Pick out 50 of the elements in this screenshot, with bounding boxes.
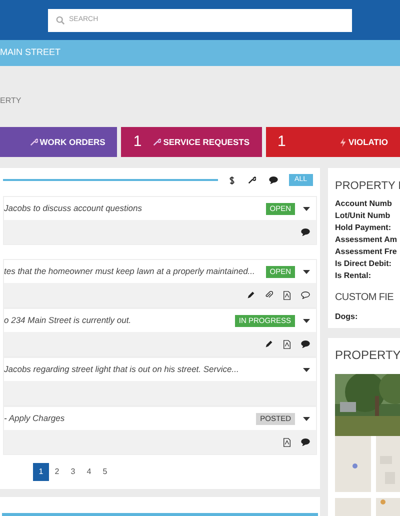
pencil-icon[interactable]: [265, 340, 273, 348]
field-label: Lot/Unit Numb: [335, 210, 392, 222]
tile-count: 1: [133, 132, 142, 152]
summary-tile[interactable]: WORK ORDERS: [0, 127, 118, 157]
pdf-icon[interactable]: [283, 340, 291, 348]
caret-icon[interactable]: [303, 270, 310, 274]
page-link[interactable]: 4: [81, 463, 97, 481]
bolt-icon: [340, 138, 346, 146]
panel-title: PROPERTY I: [335, 179, 400, 194]
page-link[interactable]: 5: [97, 463, 113, 481]
wrench-icon: [248, 176, 256, 184]
page-title: ERTY: [0, 95, 22, 105]
chat-icon[interactable]: [301, 291, 310, 299]
activity-text[interactable]: - Apply Charges: [4, 412, 65, 425]
paperclip-icon[interactable]: [265, 291, 273, 299]
chat-icon[interactable]: [301, 438, 310, 446]
tile-label: WORK ORDERS: [40, 136, 106, 148]
field-label: Is Direct Debit:: [335, 258, 392, 270]
field-label: Hold Payment:: [335, 222, 392, 234]
chat-icon[interactable]: [301, 228, 310, 236]
wrench-icon: [153, 138, 162, 146]
tile-count: 1: [278, 132, 286, 152]
field-label: Account Numb: [335, 198, 393, 210]
summary-tile[interactable]: 1 SERVICE REQUESTS: [121, 127, 262, 157]
page-link[interactable]: 2: [49, 463, 65, 481]
caret-icon[interactable]: [303, 416, 310, 420]
filter-tab[interactable]: [246, 174, 258, 186]
caret-icon[interactable]: [303, 368, 310, 372]
pdf-icon[interactable]: [283, 290, 291, 300]
caret-icon[interactable]: [303, 206, 310, 210]
activity-text[interactable]: tes that the homeowner must keep lawn at a properly maintained...: [4, 265, 255, 278]
page-link[interactable]: 3: [65, 463, 81, 481]
field-label: Assessment Am: [335, 234, 398, 246]
panel-title: CUSTOM FIE: [335, 290, 394, 304]
activity-text[interactable]: Jacobs to discuss account questions: [4, 202, 142, 215]
page-link[interactable]: 1: [33, 463, 49, 481]
activity-text[interactable]: Jacobs regarding street light that is out on his street. Service...: [4, 363, 239, 376]
wrench-icon: [30, 138, 38, 146]
field-label: Is Rental:: [335, 270, 372, 282]
tile-label: SERVICE REQUESTS: [163, 136, 250, 148]
caret-icon[interactable]: [303, 318, 310, 322]
chat-icon[interactable]: [301, 340, 310, 348]
search-icon: [56, 16, 65, 25]
summary-tile[interactable]: 1 VIOLATIO: [266, 127, 400, 157]
field-label: Dogs:: [335, 310, 359, 322]
tile-label: VIOLATIO: [348, 136, 388, 148]
pdf-icon[interactable]: [283, 438, 291, 446]
activity-text[interactable]: o 234 Main Street is currently out.: [4, 314, 132, 327]
field-label: Assessment Fre: [335, 246, 398, 258]
pencil-icon[interactable]: [247, 291, 255, 299]
